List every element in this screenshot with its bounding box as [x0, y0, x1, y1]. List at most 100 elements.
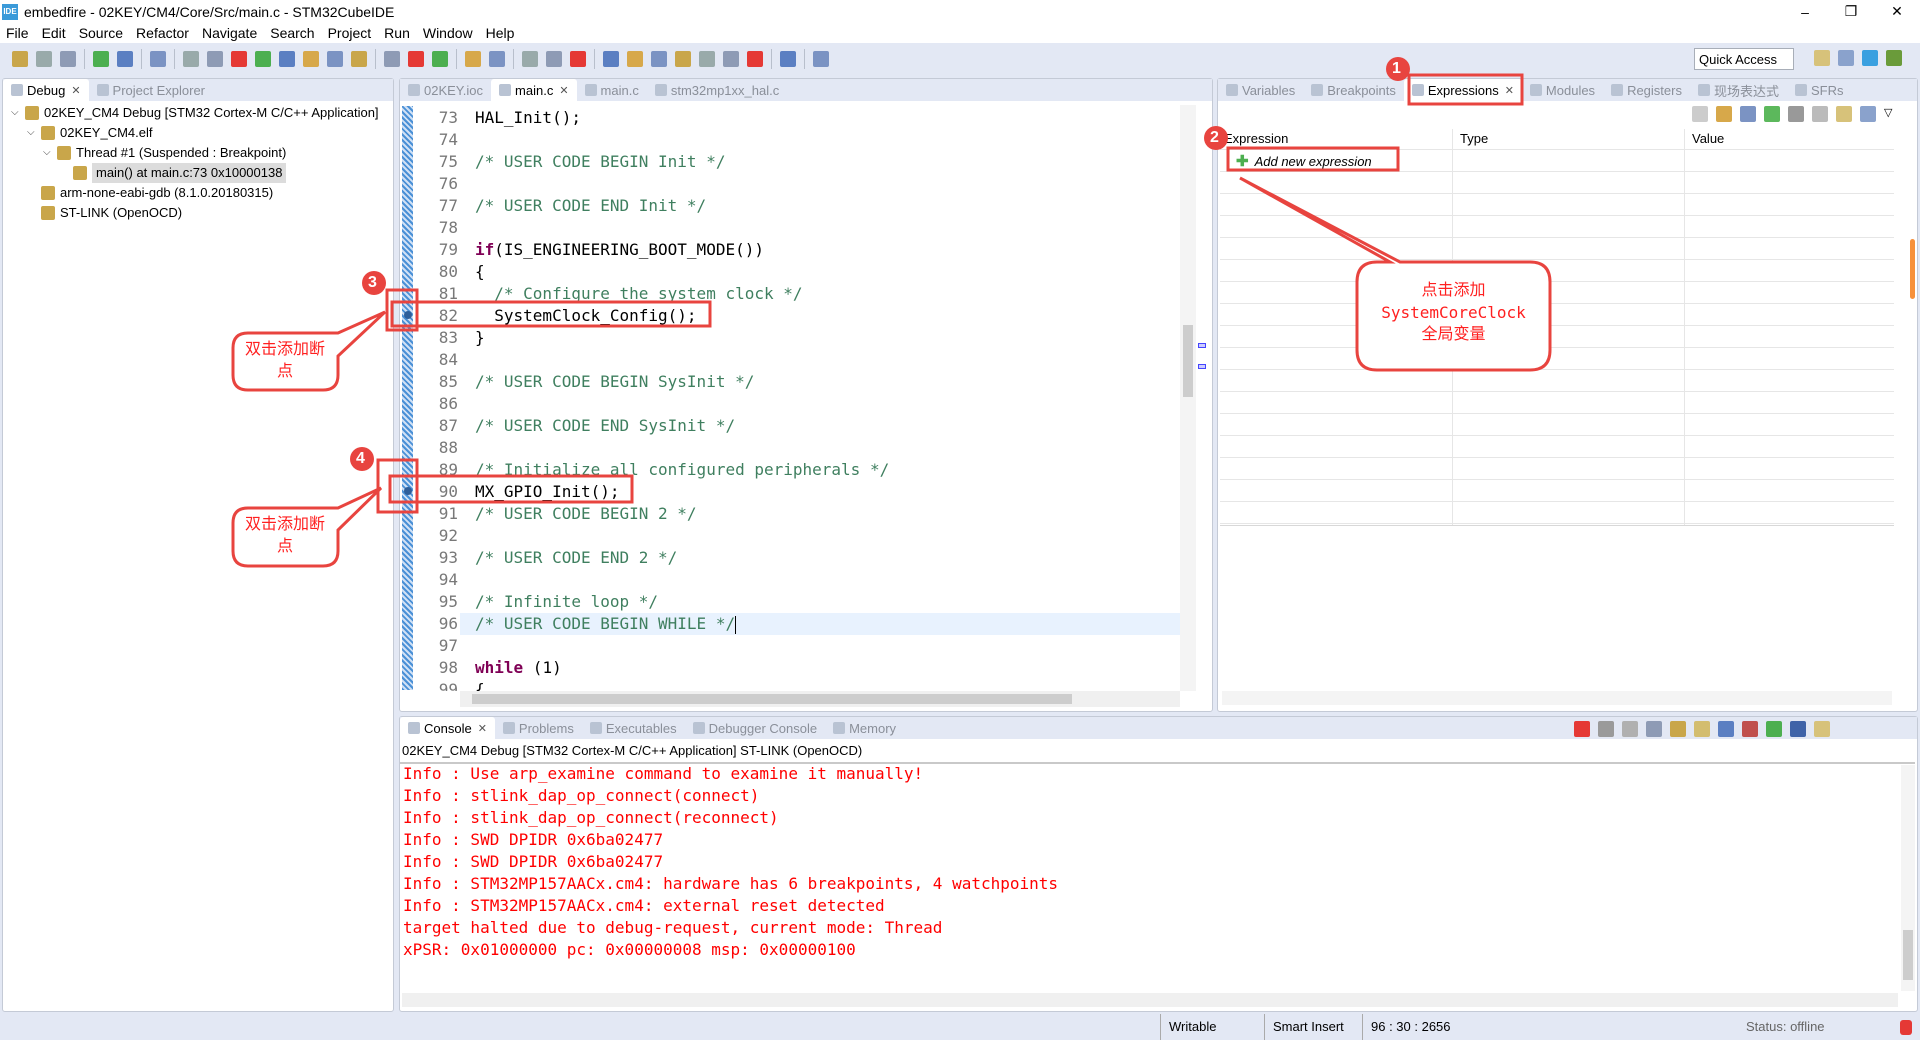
close-tab-icon[interactable]: ✕	[71, 84, 80, 97]
editor-tab-main-c[interactable]: main.c ✕	[491, 79, 577, 101]
restore-button[interactable]: ❐	[1828, 0, 1874, 23]
chevron-down-icon[interactable]: ⌵	[43, 143, 57, 163]
status-indicator-icon[interactable]	[1900, 1020, 1912, 1035]
menu-run[interactable]: Run	[384, 25, 410, 41]
tree-item[interactable]: ⌵ 02KEY_CM4 Debug [STM32 Cortex-M C/C++ A…	[3, 103, 393, 123]
tab-modules[interactable]: Modules	[1522, 79, 1603, 101]
skip-breakpoints-icon[interactable]	[150, 51, 166, 67]
menu-refactor[interactable]: Refactor	[136, 25, 189, 41]
open-perspective-icon[interactable]	[780, 51, 796, 67]
suspend-icon[interactable]	[231, 51, 247, 67]
code-line[interactable]: if(IS_ENGINEERING_BOOT_MODE())	[475, 239, 764, 261]
tab-debug[interactable]: Debug ✕	[3, 79, 89, 101]
remove-all-launches-icon[interactable]	[1622, 721, 1638, 737]
show-on-stdout-icon[interactable]	[1718, 721, 1734, 737]
step-return-icon[interactable]	[351, 51, 367, 67]
run-icon[interactable]	[546, 51, 562, 67]
overview-marker[interactable]	[1198, 343, 1206, 348]
resume-alt-icon[interactable]	[207, 51, 223, 67]
editor-vertical-scrollbar[interactable]	[1180, 105, 1196, 691]
next-annotation-icon[interactable]	[675, 51, 691, 67]
target-icon[interactable]	[465, 51, 481, 67]
build-icon[interactable]	[93, 51, 109, 67]
menu-navigate[interactable]: Navigate	[202, 25, 257, 41]
expressions-hscrollbar[interactable]	[1222, 691, 1892, 705]
remove-icon[interactable]	[1788, 106, 1804, 122]
menu-edit[interactable]: Edit	[42, 25, 66, 41]
chevron-down-icon[interactable]: ⌵	[27, 123, 41, 143]
tree-item[interactable]: arm-none-eabi-gdb (8.1.0.20180315)	[3, 183, 393, 203]
clear-console-icon[interactable]	[1646, 721, 1662, 737]
info-icon[interactable]	[813, 51, 829, 67]
save-icon[interactable]	[36, 51, 52, 67]
tree-item[interactable]: ⌵ 02KEY_CM4.elf	[3, 123, 393, 143]
column-expression[interactable]: Expression	[1224, 131, 1288, 146]
collapse-all-icon[interactable]	[1740, 106, 1756, 122]
column-type[interactable]: Type	[1460, 131, 1488, 146]
editor-tab-02key-ioc[interactable]: 02KEY.ioc	[400, 79, 491, 101]
tab-executables[interactable]: Executables	[582, 717, 685, 739]
menu-window[interactable]: Window	[423, 25, 473, 41]
step-into-icon[interactable]	[303, 51, 319, 67]
code-line[interactable]: /* USER CODE BEGIN SysInit */	[475, 371, 754, 393]
highlight-icon[interactable]	[651, 51, 667, 67]
tab-breakpoints[interactable]: Breakpoints	[1303, 79, 1404, 101]
open-console-icon[interactable]	[1814, 721, 1830, 737]
code-line[interactable]: /* USER CODE BEGIN Init */	[475, 151, 725, 173]
remove-launch-icon[interactable]	[1598, 721, 1614, 737]
link-icon[interactable]	[1716, 106, 1732, 122]
code-line[interactable]: /* USER CODE END 2 */	[475, 547, 677, 569]
code-line[interactable]: MX_GPIO_Init();	[475, 481, 620, 503]
display-console-icon[interactable]	[1790, 721, 1806, 737]
tab-registers[interactable]: Registers	[1603, 79, 1690, 101]
close-tab-icon[interactable]: ✕	[478, 722, 487, 735]
prev-annotation-icon[interactable]	[699, 51, 715, 67]
refresh-icon[interactable]	[117, 51, 133, 67]
overview-marker[interactable]	[1198, 364, 1206, 369]
tab-debugger-console[interactable]: Debugger Console	[685, 717, 825, 739]
code-line[interactable]: /* USER CODE END Init */	[475, 195, 706, 217]
tab-memory[interactable]: Memory	[825, 717, 904, 739]
add-expression-icon[interactable]	[1764, 106, 1780, 122]
instruction-step-icon[interactable]	[384, 51, 400, 67]
close-tab-icon[interactable]: ✕	[559, 84, 568, 97]
console-vscrollbar[interactable]	[1901, 765, 1915, 991]
debug-icon[interactable]	[522, 51, 538, 67]
step-over-icon[interactable]	[327, 51, 343, 67]
save-all-icon[interactable]	[60, 51, 76, 67]
menu-project[interactable]: Project	[328, 25, 372, 41]
code-editor[interactable]: 73 HAL_Init(); 74 75 /* USER CODE BEGIN Init…	[400, 105, 1180, 691]
code-line[interactable]: /* Initialize all configured peripherals…	[475, 459, 889, 481]
minimize-button[interactable]: –	[1782, 0, 1828, 23]
console-hscrollbar[interactable]	[402, 993, 1898, 1007]
breakpoint-icon[interactable]	[404, 311, 412, 319]
close-tab-icon[interactable]: ✕	[1505, 84, 1514, 97]
tab-console[interactable]: Console ✕	[400, 717, 495, 739]
connect-icon[interactable]	[489, 51, 505, 67]
drop-frame-icon[interactable]	[408, 51, 424, 67]
menu-help[interactable]: Help	[486, 25, 515, 41]
tree-item-selected[interactable]: main() at main.c:73 0x10000138	[3, 163, 393, 183]
open-perspective-icon[interactable]	[1814, 50, 1830, 66]
tab-variables[interactable]: Variables	[1218, 79, 1303, 101]
code-line[interactable]: /* USER CODE BEGIN 2 */	[475, 503, 697, 525]
tab-project-explorer[interactable]: Project Explorer	[89, 79, 213, 101]
code-line[interactable]: /* USER CODE BEGIN WHILE */	[475, 613, 737, 635]
external-tools-icon[interactable]	[570, 51, 586, 67]
close-button[interactable]: ✕	[1874, 0, 1920, 23]
new-icon[interactable]	[12, 51, 28, 67]
new-view-icon[interactable]	[1836, 106, 1852, 122]
code-line[interactable]: {	[475, 261, 485, 283]
code-line[interactable]: HAL_Init();	[475, 107, 581, 129]
disconnect-icon[interactable]	[279, 51, 295, 67]
code-line[interactable]: SystemClock_Config();	[475, 305, 696, 327]
tab-expressions[interactable]: Expressions ✕	[1403, 79, 1522, 101]
quick-access-input[interactable]: Quick Access	[1694, 48, 1794, 70]
code-line[interactable]: /* Configure the system clock */	[475, 283, 802, 305]
pin-icon[interactable]	[1860, 106, 1876, 122]
menu-file[interactable]: File	[6, 25, 29, 41]
tab-sfrs[interactable]: SFRs	[1787, 79, 1852, 101]
tree-item[interactable]: ⌵ Thread #1 (Suspended : Breakpoint)	[3, 143, 393, 163]
scroll-lock-icon[interactable]	[1670, 721, 1686, 737]
remove-all-icon[interactable]	[1812, 106, 1828, 122]
